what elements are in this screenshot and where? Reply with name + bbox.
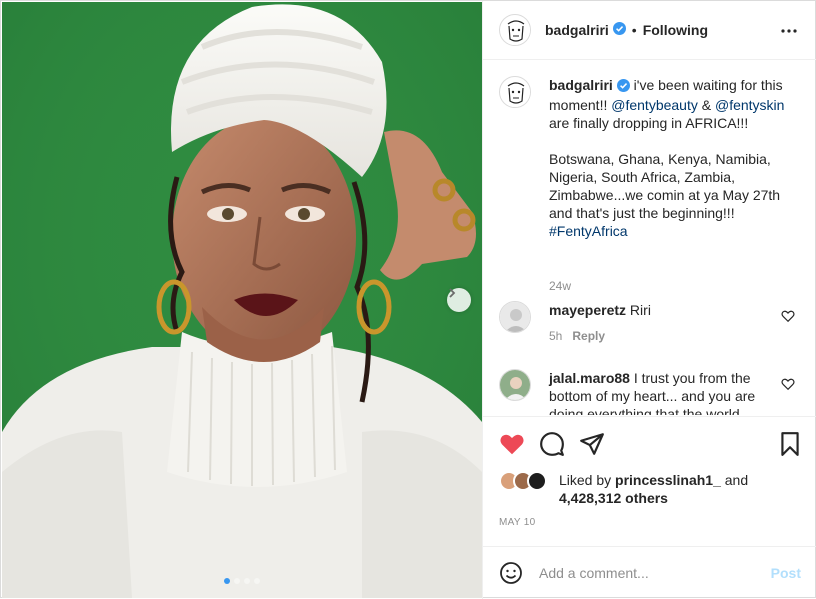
sketch-face-icon xyxy=(501,16,530,45)
comment-icon[interactable] xyxy=(539,431,565,457)
post-side-panel: badgalriri • Following badgalriri i've b… xyxy=(482,1,816,599)
mention-link[interactable]: @fentybeauty xyxy=(611,97,698,113)
avatar[interactable] xyxy=(499,369,531,401)
following-button[interactable]: Following xyxy=(643,22,708,38)
comment-username[interactable]: jalal.maro88 xyxy=(549,370,630,386)
carousel-dot xyxy=(244,578,250,584)
like-comment-heart-icon[interactable] xyxy=(781,377,795,391)
carousel-dot xyxy=(234,578,240,584)
liked-heart-icon[interactable] xyxy=(499,431,525,457)
caption-time[interactable]: 24w xyxy=(549,279,571,293)
liker-username[interactable]: princesslinah1_ xyxy=(615,472,721,488)
comment-time[interactable]: 5h xyxy=(549,329,562,343)
likes-prefix: Liked by xyxy=(559,472,616,488)
caption-segment: are finally dropping in AFRICA!!! xyxy=(549,115,749,131)
chevron-right-icon xyxy=(449,288,456,298)
hashtag-link[interactable]: #FentyAfrica xyxy=(549,223,628,239)
next-slide-button[interactable] xyxy=(447,288,471,312)
header-user: badgalriri • Following xyxy=(545,22,708,38)
carousel-dot xyxy=(254,578,260,584)
profile-photo-icon xyxy=(500,302,530,332)
profile-photo-icon xyxy=(500,370,530,400)
likes-summary: Liked by princesslinah1_ and 4,428,312 ot… xyxy=(499,471,809,507)
comment-meta: 5h Reply xyxy=(549,329,605,343)
post-image[interactable] xyxy=(2,2,482,598)
sketch-face-icon xyxy=(501,78,530,107)
portrait-illustration xyxy=(2,2,482,598)
likes-middle: and xyxy=(720,472,749,488)
more-options-button[interactable] xyxy=(779,21,799,41)
header-username[interactable]: badgalriri xyxy=(545,22,609,38)
carousel-dot xyxy=(224,578,230,584)
more-horizontal-icon xyxy=(781,29,797,33)
post-date[interactable]: MAY 10 xyxy=(499,517,535,528)
emoji-icon[interactable] xyxy=(499,561,523,585)
avatar[interactable] xyxy=(499,14,531,46)
post-dialog: badgalriri • Following badgalriri i've b… xyxy=(0,0,816,599)
caption-username[interactable]: badgalriri xyxy=(549,77,613,93)
add-comment-bar: Post xyxy=(483,546,816,599)
avatar[interactable] xyxy=(499,76,531,108)
likes-text: Liked by princesslinah1_ and 4,428,312 ot… xyxy=(559,471,748,507)
header-separator: • xyxy=(631,22,637,38)
post-comment-button[interactable]: Post xyxy=(771,565,801,581)
carousel-indicator xyxy=(224,578,260,584)
reply-button[interactable]: Reply xyxy=(572,329,605,343)
comments-list[interactable]: badgalriri i've been waiting for this mo… xyxy=(483,61,816,415)
liker-avatars xyxy=(499,471,553,493)
comment-text: mayeperetz Riri xyxy=(549,301,769,319)
verified-badge-icon xyxy=(616,78,630,96)
comment-input[interactable] xyxy=(539,565,759,581)
avatar[interactable] xyxy=(527,471,547,491)
comment-text: jalal.maro88 I trust you from the bottom… xyxy=(549,369,769,415)
caption-segment: Botswana, Ghana, Kenya, Namibia, Nigeria… xyxy=(549,151,781,221)
verified-badge-icon xyxy=(612,22,626,38)
likes-count[interactable]: 4,428,312 others xyxy=(559,490,668,506)
comment-body: Riri xyxy=(626,302,651,318)
caption-text: badgalriri i've been waiting for this mo… xyxy=(549,76,789,240)
like-comment-heart-icon[interactable] xyxy=(781,309,795,323)
post-header: badgalriri • Following xyxy=(483,1,816,60)
share-icon[interactable] xyxy=(579,431,605,457)
avatar[interactable] xyxy=(499,301,531,333)
caption-segment: & xyxy=(697,97,715,113)
comment-username[interactable]: mayeperetz xyxy=(549,302,626,318)
mention-link[interactable]: @fentyskin xyxy=(715,97,784,113)
action-bar xyxy=(483,416,816,466)
bookmark-icon[interactable] xyxy=(777,431,803,457)
